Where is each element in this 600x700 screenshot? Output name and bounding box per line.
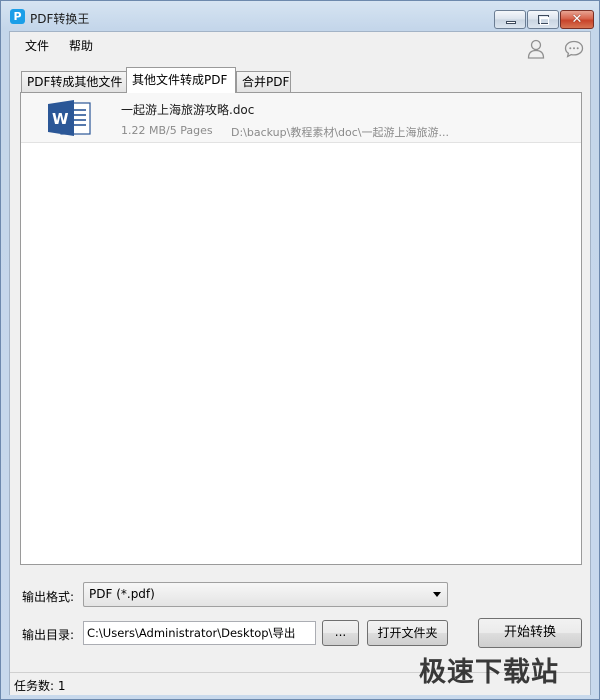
minimize-button[interactable] — [494, 10, 526, 29]
output-format-select[interactable]: PDF (*.pdf) — [83, 582, 448, 607]
file-name: 一起游上海旅游攻略.doc — [121, 103, 255, 117]
tab-pdf-to-other[interactable]: PDF转成其他文件 — [21, 71, 127, 92]
minimize-icon — [506, 21, 516, 24]
word-document-icon: W — [48, 100, 91, 136]
output-format-value: PDF (*.pdf) — [89, 587, 155, 601]
maximize-button[interactable] — [527, 10, 559, 29]
file-size-pages: 1.22 MB/5 Pages — [121, 124, 213, 137]
close-button[interactable]: ✕ — [560, 10, 594, 29]
start-convert-button[interactable]: 开始转换 — [478, 618, 582, 648]
user-icon[interactable] — [527, 39, 545, 59]
svg-text:W: W — [52, 110, 69, 128]
tab-merge-pdf[interactable]: 合并PDF — [236, 71, 291, 92]
open-folder-button[interactable]: 打开文件夹 — [367, 620, 448, 646]
file-path: D:\backup\教程素材\doc\一起游上海旅游... — [231, 126, 450, 139]
app-window: P PDF转换王 ✕ 文件 帮助 PDF转成其他文件 其他文件转成PDF 合并P… — [0, 0, 600, 700]
title-bar[interactable]: P PDF转换王 ✕ — [1, 1, 599, 31]
app-logo-icon: P — [10, 9, 25, 24]
output-format-label: 输出格式: — [22, 590, 75, 604]
file-list[interactable]: W 一起游上海旅游攻略.doc 1.22 MB/5 Pages D:\backu… — [20, 92, 582, 565]
tab-other-to-pdf[interactable]: 其他文件转成PDF — [126, 67, 236, 93]
output-dir-label: 输出目录: — [22, 628, 75, 642]
watermark-text: 极速下载站 — [419, 657, 559, 688]
file-list-item[interactable]: W 一起游上海旅游攻略.doc 1.22 MB/5 Pages D:\backu… — [21, 93, 581, 143]
client-area: 文件 帮助 PDF转成其他文件 其他文件转成PDF 合并PDF W 一起游上海旅… — [9, 31, 591, 695]
menu-file[interactable]: 文件 — [25, 37, 49, 54]
maximize-icon — [538, 15, 549, 25]
menu-help[interactable]: 帮助 — [69, 37, 93, 54]
output-dir-input[interactable] — [83, 621, 316, 645]
task-count: 任务数: 1 — [14, 679, 66, 693]
chat-bubble-icon[interactable] — [564, 40, 584, 58]
window-title: PDF转换王 — [30, 12, 90, 26]
dropdown-arrow-icon — [433, 592, 441, 597]
close-icon: ✕ — [571, 12, 583, 27]
browse-button[interactable]: ... — [322, 620, 359, 646]
menu-bar: 文件 帮助 — [10, 32, 590, 59]
